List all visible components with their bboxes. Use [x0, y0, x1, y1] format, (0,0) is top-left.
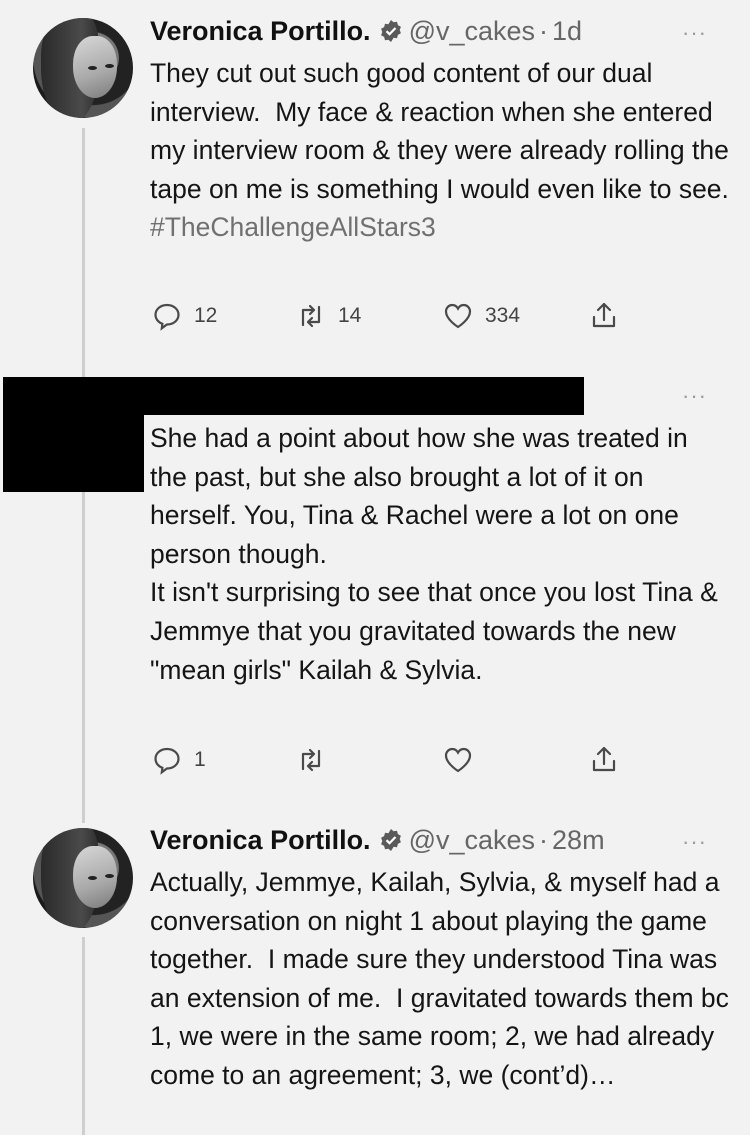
display-name[interactable]: Veronica Portillo. [150, 16, 371, 46]
separator: · [539, 825, 549, 855]
retweet-icon [301, 304, 321, 328]
like-button[interactable]: 334 [443, 296, 520, 336]
more-icon[interactable]: ··· [682, 383, 707, 409]
avatar[interactable] [33, 18, 133, 118]
reply-button[interactable]: 12 [152, 296, 217, 336]
avatar[interactable] [33, 828, 133, 928]
avatar-eye [105, 874, 114, 878]
tweet-text: She had a point about how she was treate… [150, 423, 718, 685]
redacted-header [144, 377, 584, 415]
reply-icon [154, 747, 180, 775]
tweet-text: Actually, Jemmye, Kailah, Sylvia, & myse… [150, 867, 737, 1090]
thread-line [82, 937, 85, 1135]
like-icon [444, 747, 472, 773]
retweet-button[interactable]: 14 [296, 296, 361, 336]
handle[interactable]: @v_cakes [409, 16, 535, 46]
timestamp[interactable]: 1d [552, 16, 582, 46]
reply-icon [154, 303, 180, 331]
tweet-header: Veronica Portillo. @v_cakes · 28m [150, 825, 605, 856]
avatar-eye [88, 66, 97, 70]
verified-icon [380, 20, 401, 42]
display-name[interactable]: Veronica Portillo. [150, 825, 371, 855]
tweet-body: They cut out such good content of our du… [150, 58, 737, 204]
reply-button[interactable]: 1 [152, 740, 206, 780]
share-button[interactable] [589, 296, 631, 336]
redacted-avatar [3, 377, 144, 492]
reply-count: 1 [194, 748, 206, 771]
share-icon [592, 746, 616, 772]
tweet-header: Veronica Portillo. @v_cakes · 1d [150, 16, 582, 47]
retweet-icon [301, 748, 321, 772]
separator: · [539, 16, 549, 46]
more-icon[interactable]: ··· [682, 20, 707, 46]
handle[interactable]: @v_cakes [409, 825, 535, 855]
share-button[interactable] [589, 740, 631, 780]
like-count: 334 [485, 304, 521, 327]
avatar-eye [88, 876, 97, 880]
hashtag-link[interactable]: #TheChallengeAllStars3 [150, 212, 436, 242]
reply-count: 12 [194, 304, 218, 327]
avatar-eye [105, 64, 114, 68]
tweet-actions: 1 [0, 740, 750, 780]
more-icon[interactable]: ··· [682, 829, 707, 855]
retweet-button[interactable] [296, 740, 338, 780]
share-icon [592, 302, 616, 328]
timestamp[interactable]: 28m [552, 825, 605, 855]
verified-icon [380, 829, 401, 851]
tweet-text: They cut out such good content of our du… [150, 54, 730, 247]
retweet-count: 14 [338, 304, 362, 327]
like-button[interactable] [443, 740, 485, 780]
tweet-actions: 12 14 334 [0, 296, 750, 336]
like-icon [444, 303, 472, 329]
